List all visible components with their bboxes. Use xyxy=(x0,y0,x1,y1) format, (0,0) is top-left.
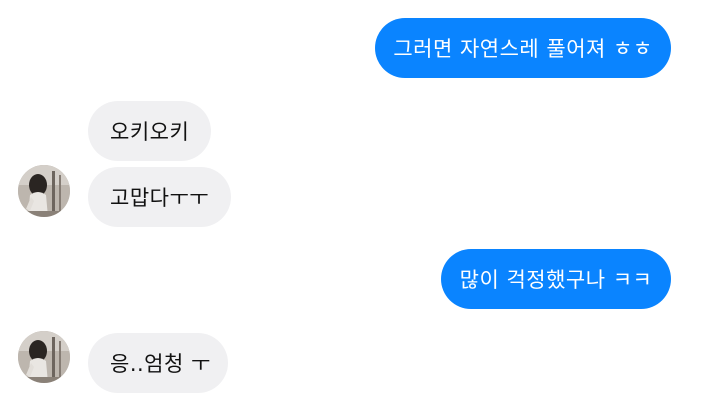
avatar-photo-icon xyxy=(18,165,70,217)
contact-avatar[interactable] xyxy=(18,165,70,217)
incoming-message-bubble[interactable]: 오키오키 xyxy=(88,101,211,161)
incoming-message-bubble[interactable]: 응..엄청 ㅜ xyxy=(88,333,228,393)
avatar-photo-icon xyxy=(18,331,70,383)
incoming-message-bubble[interactable]: 고맙다ㅜㅜ xyxy=(88,167,231,227)
contact-avatar[interactable] xyxy=(18,331,70,383)
outgoing-message-bubble[interactable]: 그러면 자연스레 풀어져 ㅎㅎ xyxy=(375,18,671,78)
outgoing-message-bubble[interactable]: 많이 걱정했구나 ㅋㅋ xyxy=(441,249,671,309)
